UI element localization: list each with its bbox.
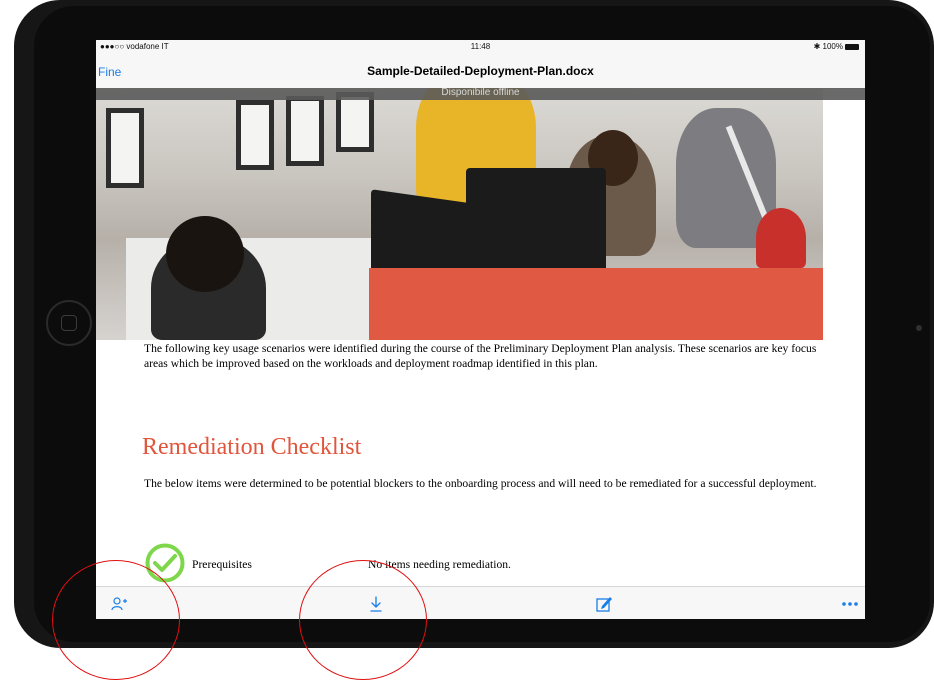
photo-person-foreground-hair [166,216,244,292]
camera-icon [916,325,922,331]
photo-red-band [369,268,823,340]
navigation-bar: Fine Sample-Detailed-Deployment-Plan.doc… [96,54,865,89]
battery-indicator: ✱ 100% [814,42,859,51]
add-person-icon[interactable] [110,595,128,613]
battery-icon [845,43,859,50]
status-bar: ●●●○○ vodafone IT 11:48 ✱ 100% [96,40,865,54]
photo-plant [756,208,806,268]
checklist-item-status: No items needing remediation. [368,558,511,571]
photo-window-3 [286,96,324,166]
photo-window-4 [336,92,374,152]
download-icon[interactable] [367,595,385,613]
edit-icon[interactable] [595,595,613,613]
home-button[interactable] [46,300,92,346]
more-icon[interactable] [840,595,860,613]
checklist-item-label: Prerequisites [192,558,252,571]
photo-window-2 [236,100,274,170]
bottom-toolbar [96,586,865,619]
section-heading: Remediation Checklist [142,434,362,460]
check-icon [145,543,185,583]
bluetooth-icon: ✱ [813,42,823,51]
office-photo [96,88,823,340]
section-description: The below items were determined to be po… [144,477,817,490]
screen: ●●●○○ vodafone IT 11:48 ✱ 100% Fine Samp… [96,40,865,619]
battery-percent: 100% [822,42,843,51]
offline-banner: Disponibile offline [96,88,865,100]
photo-window-1 [106,108,144,188]
clock: 11:48 [470,42,491,51]
document-title: Sample-Detailed-Deployment-Plan.docx [367,64,594,78]
intro-paragraph: The following key usage scenarios were i… [144,342,817,370]
